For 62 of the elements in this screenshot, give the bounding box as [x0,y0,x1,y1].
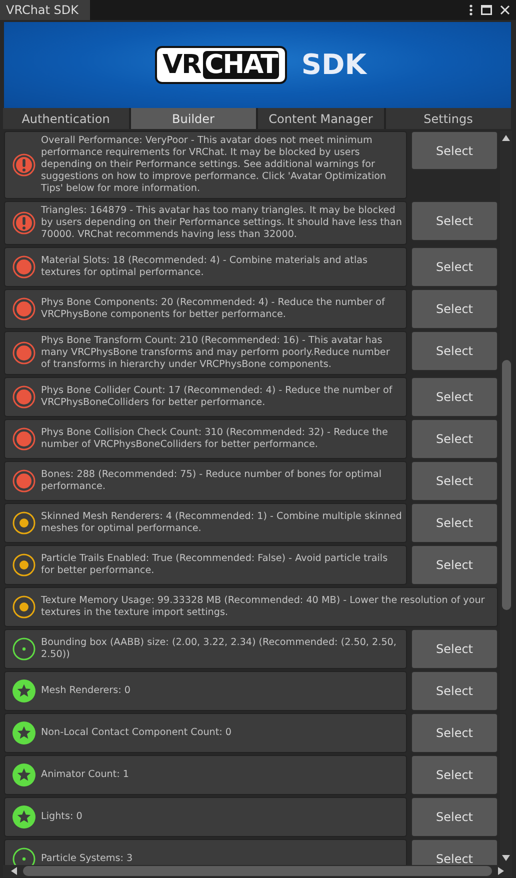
close-icon[interactable] [500,5,510,15]
status-dot-icon [12,595,36,619]
select-button[interactable]: Select [411,419,498,459]
message-text: Mesh Renderers: 0 [41,685,130,697]
select-button[interactable]: Select [411,503,498,543]
logo-text: VR [162,52,201,78]
window-title[interactable]: VRChat SDK [0,0,90,20]
message-text: Phys Bone Components: 20 (Recommended: 4) - Reduce the number of VRCPhysBone components for better performance. [41,297,386,321]
tab[interactable]: Content Manager [258,108,384,129]
message-text: Phys Bone Transform Count: 210 (Recommended: 16) - This avatar has many VRCPhysBone transforms and may perform poorly.Reduce number of transforms in hierarchy under VRCPhysBone components. [41,335,391,371]
message-text: Animator Count: 1 [41,769,130,781]
select-button[interactable]: Select [411,201,498,241]
select-button[interactable]: Select [411,461,498,501]
message-text: Particle Trails Enabled: True (Recommended: False) - Avoid particle trails for better performance. [41,553,389,577]
status-dot-icon [12,341,36,365]
message-text: Lights: 0 [41,811,82,823]
message-text: Triangles: 164879 - This avatar has too many triangles. It may be blocked by users depending on their Performance settings. It should have less than 70000. VRChat recommends having less than 32000. [41,205,402,241]
maximize-icon[interactable] [481,5,492,15]
message-text: Texture Memory Usage: 99.33328 MB (Recommended: 40 MB) - Lower the resolution of your textures in the texture import settings. [41,595,486,619]
scrollbar-thumb[interactable] [23,866,492,876]
select-button[interactable]: Select [411,755,498,795]
message-text: Material Slots: 18 (Recommended: 4) - Combine materials and atlas textures for optimal performance. [41,255,368,279]
status-dot-icon [12,637,36,661]
select-button[interactable]: Select [411,713,498,753]
status-dot-icon [12,469,36,493]
select-button[interactable]: Select [411,131,498,170]
select-button[interactable]: Select [411,377,498,417]
select-button[interactable]: Select [411,671,498,711]
more-icon[interactable] [469,4,473,16]
logo-text-box: CHAT [202,51,280,79]
select-button[interactable]: Select [411,247,498,287]
message-text: Phys Bone Collision Check Count: 310 (Recommended: 32) - Reduce the number of VRCPhysBoneColliders for better performance. [41,427,389,451]
status-dot-icon [12,427,36,451]
tab[interactable]: Builder [130,108,256,129]
message-text: Particle Systems: 3 [41,853,133,865]
status-dot-icon [12,553,36,577]
tab[interactable]: Settings [386,108,511,129]
select-button[interactable]: Select [411,629,498,669]
scrollbar-thumb[interactable] [502,360,510,610]
status-dot-icon [12,385,36,409]
scroll-right-icon[interactable] [498,867,504,875]
message-text: Bounding box (AABB) size: (2.00, 3.22, 2.34) (Recommended: (2.50, 2.50, 2.50)) [41,637,398,661]
status-dot-icon [12,255,36,279]
scroll-down-icon[interactable] [502,855,510,861]
message-text: Phys Bone Collider Count: 17 (Recommended: 4) - Reduce the number of VRCPhysBoneColliders for better performance. [41,385,394,409]
select-button[interactable]: Select [411,289,498,329]
select-button[interactable]: Select [411,331,498,371]
status-dot-icon [12,511,36,535]
message-text: Non-Local Contact Component Count: 0 [41,727,232,739]
scroll-left-icon[interactable] [11,867,17,875]
message-text: Overall Performance: VeryPoor - This avatar does not meet minimum performance requirements for VRChat. It may be blocked by users depending on their Performance settings. See additional warnings for suggestions on how to improve performance. Click 'Avatar Optimization Tips' below for more information. [41,135,388,195]
select-button[interactable]: Select [411,839,498,865]
logo-suffix: SDK [301,51,366,79]
exclamation-icon [12,153,36,177]
status-dot-icon [12,297,36,321]
tab[interactable]: Authentication [3,108,128,129]
select-button[interactable]: Select [411,545,498,585]
exclamation-icon [12,211,36,235]
scroll-up-icon[interactable] [502,135,510,141]
select-button[interactable]: Select [411,797,498,837]
message-text: Bones: 288 (Recommended: 75) - Reduce number of bones for optimal performance. [41,469,382,493]
message-text: Skinned Mesh Renderers: 4 (Recommended: 1) - Combine multiple skinned meshes for optimal performance. [41,511,402,535]
